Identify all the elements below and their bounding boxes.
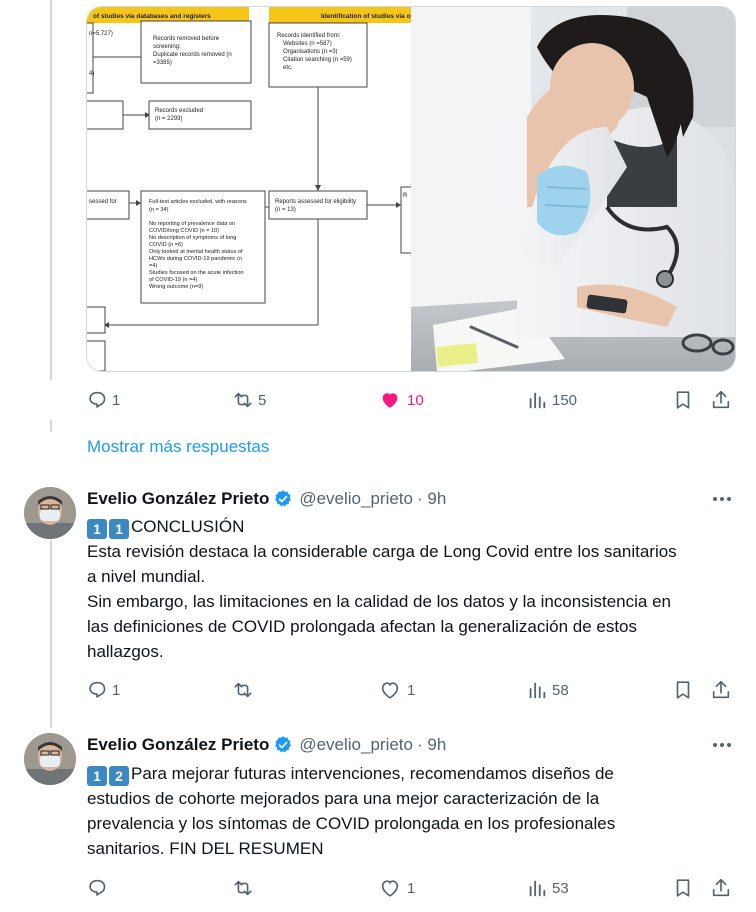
photo-exhausted-doctor <box>411 7 735 371</box>
repost-icon <box>234 392 252 408</box>
author-handle[interactable]: @evelio_prieto <box>299 735 413 755</box>
bookmark-icon <box>676 879 690 897</box>
bookmark-button[interactable] <box>672 873 694 903</box>
views-count: 150 <box>552 391 578 409</box>
like-count: 1 <box>407 681 416 699</box>
post-header: Evelio González Prieto @evelio_prieto · … <box>87 487 446 511</box>
like-count: 1 <box>407 879 416 897</box>
views-icon <box>529 880 546 897</box>
post[interactable]: Evelio González Prieto @evelio_prieto · … <box>0 733 756 912</box>
repost-icon <box>234 880 252 896</box>
share-button[interactable] <box>710 873 732 903</box>
prisma-flowchart: of studies via databases and registers I… <box>87 7 416 371</box>
views-button[interactable]: 150 <box>526 385 577 415</box>
post-text-segment: CONCLUSIÓN <box>131 517 245 536</box>
more-options-icon[interactable] <box>710 735 734 755</box>
share-button[interactable] <box>710 675 732 705</box>
post-text-line: estudios de cohorte mejorados para una m… <box>87 789 600 808</box>
post-text: 1 2 Para mejorar futuras intervenciones, r… <box>87 761 732 861</box>
repost-button[interactable]: 5 <box>232 385 266 415</box>
views-count: 58 <box>552 681 569 699</box>
reply-count: 1 <box>112 391 121 409</box>
author-name[interactable]: Evelio González Prieto <box>87 489 269 509</box>
reply-button[interactable]: 1 <box>86 385 120 415</box>
post-text-line: sanitarios. FIN DEL RESUMEN <box>87 839 324 858</box>
repost-button[interactable] <box>232 873 258 903</box>
bookmark-icon <box>676 391 690 409</box>
thread-line <box>50 0 52 380</box>
reply-icon <box>89 391 106 408</box>
post-text-line: 1 2 Para mejorar futuras intervenciones, r… <box>87 761 732 786</box>
like-icon <box>381 682 399 699</box>
action-bar: 1 5 10 150 <box>86 385 736 415</box>
repost-count: 5 <box>258 391 267 409</box>
keycap-emoji: 2 <box>109 766 129 786</box>
like-count: 10 <box>407 391 424 409</box>
post-text-line: a nivel mundial. <box>87 567 206 586</box>
flowchart-header-text: of studies via databases and registers <box>93 13 211 20</box>
avatar-image <box>24 487 76 539</box>
reply-icon <box>89 681 106 698</box>
repost-button[interactable] <box>232 675 258 705</box>
bookmark-button[interactable] <box>672 385 694 415</box>
author-handle[interactable]: @evelio_prieto <box>299 489 413 509</box>
verified-badge-icon <box>275 490 292 507</box>
share-icon <box>712 878 730 897</box>
post-text-line: hallazgos. <box>87 642 164 661</box>
avatar[interactable] <box>24 733 76 785</box>
post-text-line: las definiciones de COVID prolongada afe… <box>87 617 638 636</box>
share-button[interactable] <box>710 385 732 415</box>
reply-count: 1 <box>112 681 121 699</box>
views-button[interactable]: 58 <box>526 675 569 705</box>
post-text-segment: Para mejorar futuras intervenciones, rec… <box>131 764 614 783</box>
flowchart-box-excluded <box>148 100 252 130</box>
flowchart-text: 4) <box>89 71 94 77</box>
views-count: 53 <box>552 879 569 897</box>
verified-badge-icon <box>275 736 292 753</box>
flowchart-header-text: Identification of studies via ot <box>321 13 414 20</box>
post-text-line: Sin embargo, las limitaciones en la cali… <box>87 592 671 611</box>
share-icon <box>712 680 730 699</box>
share-icon <box>712 390 730 409</box>
reply-icon <box>89 879 106 896</box>
reply-button[interactable]: 1 <box>86 675 120 705</box>
views-icon <box>529 682 546 699</box>
bookmark-button[interactable] <box>672 675 694 705</box>
post-header: Evelio González Prieto @evelio_prieto · … <box>87 733 446 757</box>
post-time[interactable]: · 9h <box>417 735 446 755</box>
reply-button[interactable] <box>86 873 112 903</box>
post-text-line: prevalencia y los síntomas de COVID prol… <box>87 814 616 833</box>
thread-line <box>50 420 52 432</box>
avatar[interactable] <box>24 487 76 539</box>
like-button[interactable]: 1 <box>379 675 415 705</box>
avatar-image <box>24 733 76 785</box>
media-svg: of studies via databases and registers I… <box>87 7 735 371</box>
post-text: 1 1 CONCLUSIÓN Esta revisión destaca la co… <box>87 514 732 664</box>
more-options-icon[interactable] <box>710 489 734 509</box>
like-button[interactable]: 10 <box>379 385 424 415</box>
author-name[interactable]: Evelio González Prieto <box>87 735 269 755</box>
keycap-emoji: 1 <box>109 519 129 539</box>
show-more-replies-link[interactable]: Mostrar más respuestas <box>87 437 269 457</box>
bookmark-icon <box>676 681 690 699</box>
flowchart-text: n=5,727) <box>89 31 113 37</box>
views-button[interactable]: 53 <box>526 873 569 903</box>
flowchart-text: R <box>403 193 408 199</box>
post-text-line: Esta revisión destaca la considerable ca… <box>87 542 677 561</box>
keycap-emoji: 1 <box>87 519 107 539</box>
keycap-emoji: 1 <box>87 766 107 786</box>
post-text-line: 1 1 CONCLUSIÓN <box>87 514 732 539</box>
views-icon <box>529 392 546 409</box>
action-bar: 1 1 58 <box>86 675 736 705</box>
tweet-media[interactable]: of studies via databases and registers I… <box>86 6 736 372</box>
repost-icon <box>234 682 252 698</box>
flowchart-box-reports <box>268 190 368 220</box>
post[interactable]: Evelio González Prieto @evelio_prieto · … <box>0 487 756 712</box>
like-icon <box>382 393 398 408</box>
post-time[interactable]: · 9h <box>417 489 446 509</box>
action-bar: 1 53 <box>86 873 736 903</box>
like-icon <box>381 880 399 897</box>
flowchart-text: sessed for <box>89 199 117 205</box>
like-button[interactable]: 1 <box>379 873 415 903</box>
